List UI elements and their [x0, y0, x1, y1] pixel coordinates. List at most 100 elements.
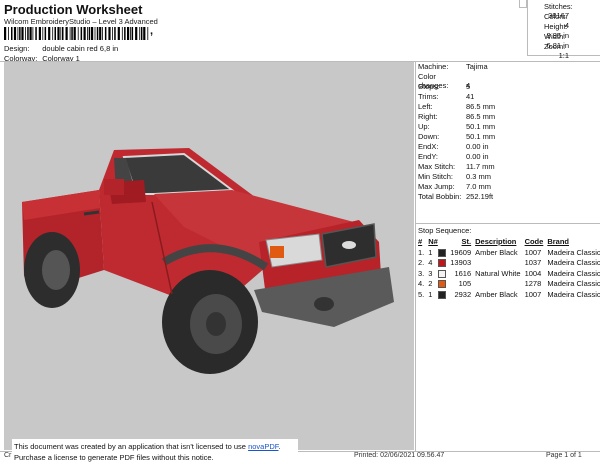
- color-swatch: [438, 259, 447, 268]
- stop-sequence-table: # N# St. Description Code Brand 1. 1 19609…: [416, 236, 600, 300]
- thread-code: 1037: [524, 258, 542, 268]
- info-row: Left: 86.5 mm: [418, 102, 496, 111]
- stitch-count: 105: [458, 279, 472, 289]
- barcode-bar: [32, 27, 34, 40]
- col-description: Description: [475, 237, 517, 246]
- design-name-row: Design: double cabin red 6,8 in: [4, 44, 119, 53]
- barcode-bar: [135, 27, 138, 40]
- barcode-bar: [139, 27, 141, 40]
- barcode-bar: [147, 27, 149, 40]
- thread-description: Amber Black: [475, 289, 518, 299]
- color-swatch: [438, 269, 447, 278]
- barcode-bar: [112, 27, 113, 40]
- barcode-bar: [102, 27, 103, 40]
- thread-description: Amber Black: [475, 247, 518, 257]
- barcode-bar: [57, 27, 60, 40]
- truck-embroidery-image: [22, 148, 394, 374]
- stitch-count: 19609: [450, 247, 472, 257]
- color-swatch: [438, 248, 447, 257]
- stop-number: 1.: [418, 247, 425, 257]
- footer-cr-label: Cr: [4, 452, 12, 459]
- barcode-bar: [96, 27, 99, 40]
- barcode-bar: [11, 27, 13, 40]
- thread-description: [473, 279, 522, 290]
- col-stitches: St.: [461, 237, 472, 246]
- barcode-bar: [99, 27, 102, 40]
- barcode-bar: [27, 27, 29, 40]
- col-brand: Brand: [547, 237, 569, 246]
- barcode-bar: [21, 27, 24, 40]
- stop-number: 4.: [418, 279, 425, 289]
- printed-timestamp: Printed: 02/06/2021 09.56.47: [354, 452, 445, 459]
- info-row: Min Stitch: 0.3 mm: [418, 172, 492, 181]
- barcode-bar: [52, 27, 54, 40]
- barcode-bar: [104, 27, 107, 40]
- stop-sequence-title: Stop Sequence:: [418, 226, 472, 235]
- thread-code: 1007: [524, 247, 542, 257]
- thread-brand: Madeira Classic 40: [547, 279, 600, 289]
- barcode-bar: [25, 27, 26, 40]
- barcode-bar: [29, 27, 32, 40]
- thread-code: 1004: [524, 268, 542, 278]
- needle-cell: 3: [426, 268, 448, 279]
- barcode-bar: [121, 27, 123, 40]
- table-row: 3. 3 1616 Natural White 1004 Madeira Classic …: [416, 268, 600, 279]
- stitch-count: 1616: [454, 268, 472, 278]
- barcode-bar: [71, 27, 73, 40]
- thread-code: 1007: [524, 289, 542, 299]
- thread-description: [473, 258, 522, 269]
- barcode-bar: [143, 27, 146, 40]
- seq-divider: [416, 223, 600, 224]
- info-row: EndY: 0.00 in: [418, 152, 489, 161]
- barcode-bar: [83, 27, 86, 40]
- barcode-bar: [88, 27, 91, 40]
- stop-number: 5.: [418, 289, 425, 299]
- info-row: Total Bobbin: 252.19ft: [418, 192, 494, 201]
- barcode: [4, 27, 149, 40]
- barcode-bar: [60, 27, 62, 40]
- page-title: Production Worksheet: [4, 2, 143, 17]
- barcode-bar: [42, 27, 44, 40]
- info-row: Machine: Tajima: [418, 62, 488, 71]
- stat-zoom: Zoom:1:1: [544, 42, 569, 60]
- barcode-bar: [38, 27, 41, 40]
- thread-brand: Madeira Classic 40: [547, 247, 600, 257]
- barcode-bar: [54, 27, 56, 40]
- info-row: Trims: 41: [418, 92, 475, 101]
- barcode-bar: [87, 27, 88, 40]
- info-row: Max Stitch: 11.7 mm: [418, 162, 495, 171]
- info-row: Right: 86.5 mm: [418, 112, 496, 121]
- design-name: double cabin red 6,8 in: [42, 44, 119, 53]
- stats-corner: [519, 0, 527, 8]
- color-swatch: [438, 280, 447, 289]
- barcode-bar: [130, 27, 131, 40]
- license-notice: This document was created by an applicat…: [12, 439, 298, 463]
- barcode-bar: [4, 27, 7, 40]
- barcode-bar: [124, 27, 126, 40]
- barcode-bar: [80, 27, 83, 40]
- thread-brand: Madeira Classic 40: [547, 289, 600, 299]
- thread-brand: Madeira Classic 40: [547, 258, 600, 268]
- barcode-bar: [48, 27, 51, 40]
- thread-code: 1278: [524, 279, 542, 289]
- stitch-count: 13903: [450, 258, 472, 268]
- barcode-bar: [8, 27, 9, 40]
- table-row: 1.119609Amber Black 1007 Madeira Classic 4…: [416, 247, 600, 258]
- info-row: Max Jump: 7.0 mm: [418, 182, 492, 191]
- table-row: 5.1 2932Amber Black 1007 Madeira Classic 40: [416, 289, 600, 300]
- table-row: 2.413903 1037 Madeira Classic 40: [416, 258, 600, 269]
- novapdf-link[interactable]: novaPDF: [248, 442, 278, 451]
- info-row: EndX: 0.00 in: [418, 142, 489, 151]
- col-needle: N#: [428, 237, 438, 246]
- stop-number: 3.: [418, 268, 425, 278]
- stitch-count: 2932: [454, 289, 472, 299]
- info-row: Down: 50.1 mm: [418, 132, 496, 141]
- stop-number: 2.: [418, 258, 425, 268]
- needle-cell: 1: [426, 289, 448, 300]
- design-preview: [4, 62, 414, 450]
- info-row: Up: 50.1 mm: [418, 122, 496, 131]
- barcode-bar: [44, 27, 47, 40]
- needle-cell: 4: [426, 258, 448, 269]
- color-swatch: [438, 290, 447, 299]
- thread-description: Natural White: [475, 268, 521, 278]
